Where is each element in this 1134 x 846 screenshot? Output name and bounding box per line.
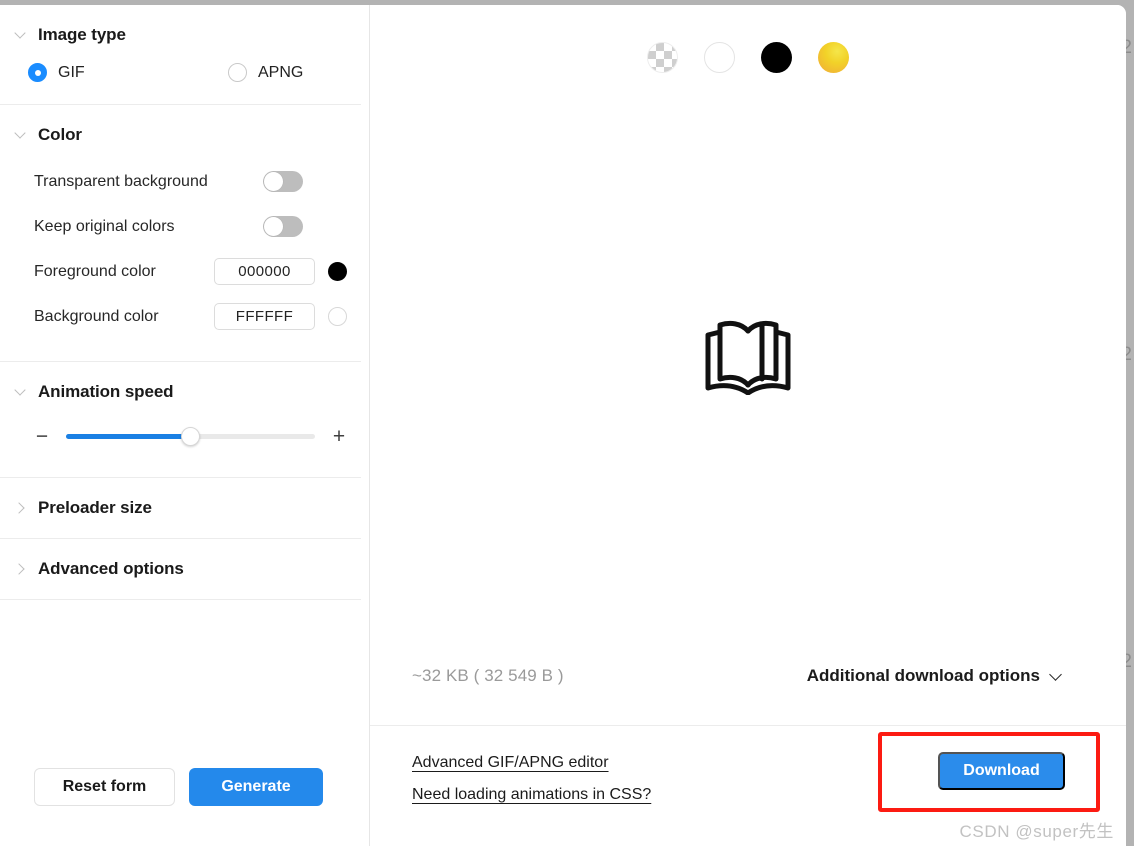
option-label: Background color [34, 307, 159, 325]
slider-fill [66, 434, 191, 439]
option-label: Transparent background [34, 172, 208, 190]
image-type-options: GIF APNG [0, 45, 361, 104]
toggle-transparent-background[interactable] [263, 171, 303, 192]
open-book-icon [705, 320, 791, 395]
swatch-black[interactable] [761, 42, 792, 73]
chevron-right-icon[interactable] [14, 562, 28, 576]
chevron-down-icon[interactable] [14, 28, 28, 42]
toggle-keep-original-colors[interactable] [263, 216, 303, 237]
background-color-input[interactable]: FFFFFF [214, 303, 315, 330]
form-actions: Reset form Generate [0, 768, 369, 846]
settings-panel: Image type GIF APNG Color Transparent ba… [0, 5, 370, 846]
chevron-down-icon[interactable] [1050, 670, 1062, 682]
preloader-preview [370, 73, 1126, 651]
swatch-white[interactable] [704, 42, 735, 73]
section-advanced-options: Advanced options [0, 539, 361, 600]
link-advanced-editor[interactable]: Advanced GIF/APNG editor [412, 754, 651, 772]
background-swatch-bar [370, 5, 1126, 73]
chevron-down-icon[interactable] [14, 128, 28, 142]
section-header-preloader-size[interactable]: Preloader size [0, 478, 361, 538]
additional-download-options-label: Additional download options [806, 666, 1040, 685]
row-keep-original-colors: Keep original colors [0, 204, 361, 249]
radio-option-apng[interactable]: APNG [228, 63, 303, 82]
section-header-advanced-options[interactable]: Advanced options [0, 539, 361, 599]
preview-footer: Advanced GIF/APNG editor Need loading an… [370, 726, 1126, 846]
option-label: Foreground color [34, 262, 156, 280]
slider-thumb[interactable] [181, 427, 200, 446]
additional-download-options-toggle[interactable]: Additional download options [807, 666, 1062, 686]
chevron-down-icon[interactable] [14, 385, 28, 399]
download-meta-row: ~32 KB ( 32 549 B ) Additional download … [370, 651, 1126, 701]
screenshot-root: 2 2 2 Image type GIF APNG Color Transpar… [0, 0, 1134, 846]
section-image-type: Image type GIF APNG [0, 5, 361, 105]
section-header-animation-speed[interactable]: Animation speed [0, 362, 361, 402]
section-animation-speed: Animation speed − + [0, 362, 361, 478]
download-highlight-region: Download [878, 732, 1100, 812]
section-preloader-size: Preloader size [0, 478, 361, 539]
radio-option-gif[interactable]: GIF [28, 63, 228, 82]
background-color-swatch[interactable] [328, 307, 347, 326]
chevron-right-icon[interactable] [14, 501, 28, 515]
generate-button[interactable]: Generate [189, 768, 323, 806]
section-title: Preloader size [38, 498, 152, 517]
app-card: Image type GIF APNG Color Transparent ba… [0, 5, 1126, 846]
section-title: Color [38, 125, 82, 144]
section-header-image-type[interactable]: Image type [0, 5, 361, 45]
animation-speed-slider-row: − + [0, 402, 361, 477]
row-background-color: Background color FFFFFF [0, 294, 361, 339]
foreground-color-swatch[interactable] [328, 262, 347, 281]
radio-label: APNG [258, 63, 304, 81]
download-button[interactable]: Download [938, 752, 1065, 790]
toggle-knob [264, 217, 283, 236]
foreground-color-input[interactable]: 000000 [214, 258, 315, 285]
radio-icon-selected[interactable] [28, 63, 47, 82]
link-css-animations[interactable]: Need loading animations in CSS? [412, 786, 651, 804]
panel-spacer [0, 600, 369, 768]
radio-label: GIF [58, 63, 85, 81]
file-size-label: ~32 KB ( 32 549 B ) [412, 666, 564, 685]
reset-form-button[interactable]: Reset form [34, 768, 175, 806]
section-title: Advanced options [38, 559, 184, 578]
section-title: Animation speed [38, 382, 174, 401]
section-header-color[interactable]: Color [0, 105, 361, 145]
color-options: Transparent background Keep original col… [0, 145, 361, 361]
row-foreground-color: Foreground color 000000 [0, 249, 361, 294]
section-title: Image type [38, 25, 126, 44]
option-label: Keep original colors [34, 217, 175, 235]
toggle-knob [264, 172, 283, 191]
animation-speed-slider[interactable] [66, 427, 315, 446]
row-transparent-background: Transparent background [0, 159, 361, 204]
radio-icon[interactable] [228, 63, 247, 82]
swatch-yellow[interactable] [818, 42, 849, 73]
preview-panel: ~32 KB ( 32 549 B ) Additional download … [370, 5, 1126, 846]
swatch-transparent[interactable] [647, 42, 678, 73]
increase-speed-button[interactable]: + [331, 426, 347, 447]
section-color: Color Transparent background Keep origin… [0, 105, 361, 362]
footer-links: Advanced GIF/APNG editor Need loading an… [412, 754, 651, 804]
watermark: CSDN @super先生 [959, 822, 1114, 841]
decrease-speed-button[interactable]: − [34, 426, 50, 447]
